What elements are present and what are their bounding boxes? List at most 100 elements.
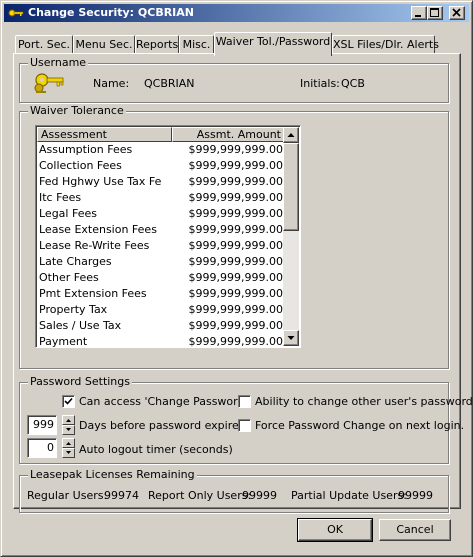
assessment-cell: Assumption Fees bbox=[39, 143, 133, 156]
scroll-down-button[interactable] bbox=[283, 330, 299, 346]
window-title: Change Security: QCBRIAN bbox=[28, 6, 194, 19]
tab-reports[interactable]: Reports bbox=[135, 35, 179, 54]
keys-icon bbox=[32, 69, 68, 97]
assessment-cell: Lease Extension Fees bbox=[39, 223, 157, 236]
ability-change-others-checkbox[interactable] bbox=[238, 395, 251, 408]
regular-users-label: Regular Users: bbox=[27, 489, 108, 502]
assessment-cell: Late Charges bbox=[39, 255, 112, 268]
regular-users-value: 99974 bbox=[104, 489, 139, 502]
assessment-cell: Payment bbox=[39, 335, 88, 348]
waiver-tolerance-list[interactable]: Assessment Assmt. Amount Assumption Fees… bbox=[35, 125, 301, 348]
amount-cell: $999,999,999.00 bbox=[188, 223, 283, 236]
table-row[interactable]: Sales / Use Tax $999,999,999.00 bbox=[37, 318, 285, 334]
report-only-users-label: Report Only Users: bbox=[148, 489, 252, 502]
scroll-thumb[interactable] bbox=[283, 143, 299, 231]
column-header-label: Assessment bbox=[41, 128, 107, 141]
list-vertical-scrollbar[interactable] bbox=[283, 127, 299, 346]
assessment-cell: Legal Fees bbox=[39, 207, 97, 220]
days-before-expire-input[interactable]: 999 bbox=[27, 415, 57, 435]
spin-up-button[interactable] bbox=[62, 415, 75, 425]
amount-cell: $999,999,999.00 bbox=[188, 319, 283, 332]
username-group: Username bbox=[19, 56, 449, 103]
assessment-cell: Pmt Extension Fees bbox=[39, 287, 147, 300]
tab-menu-sec[interactable]: Menu Sec. bbox=[73, 35, 135, 54]
name-value: QCBRIAN bbox=[144, 77, 195, 90]
ability-change-others-label[interactable]: Ability to change other user's passwords bbox=[255, 395, 473, 408]
auto-logout-input[interactable]: 0 bbox=[27, 438, 57, 458]
initials-value: QCB bbox=[341, 77, 365, 90]
tab-xsl-files-dlr-alerts[interactable]: XSL Files/Dlr. Alerts bbox=[332, 35, 439, 54]
can-access-change-password-label[interactable]: Can access 'Change Password' bbox=[79, 395, 248, 408]
amount-cell: $999,999,999.00 bbox=[188, 239, 283, 252]
assessment-cell: Collection Fees bbox=[39, 159, 122, 172]
tab-waiver-tol-password[interactable]: Waiver Tol./Password bbox=[214, 32, 332, 56]
table-row[interactable]: Lease Re-Write Fees $999,999,999.00 bbox=[37, 238, 285, 254]
table-row[interactable]: Pmt Extension Fees $999,999,999.00 bbox=[37, 286, 285, 302]
username-group-title: Username bbox=[28, 56, 89, 69]
table-row[interactable]: Lease Extension Fees $999,999,999.00 bbox=[37, 222, 285, 238]
table-row[interactable]: Other Fees $999,999,999.00 bbox=[37, 270, 285, 286]
table-row[interactable]: Collection Fees $999,999,999.00 bbox=[37, 158, 285, 174]
tab-label: XSL Files/Dlr. Alerts bbox=[333, 38, 439, 51]
amount-cell: $999,999,999.00 bbox=[188, 191, 283, 204]
change-security-window: Change Security: QCBRIAN Port. Sec. Menu… bbox=[0, 0, 473, 557]
column-header-label: Assmt. Amount bbox=[196, 128, 281, 141]
tab-strip: Port. Sec. Menu Sec. Reports Misc. Waive… bbox=[15, 32, 455, 56]
force-password-change-checkbox[interactable] bbox=[238, 419, 251, 432]
column-header-amount[interactable]: Assmt. Amount bbox=[172, 127, 285, 142]
spin-down-button[interactable] bbox=[62, 425, 75, 435]
days-before-expire-label: Days before password expires bbox=[79, 419, 245, 432]
table-row[interactable]: Late Charges $999,999,999.00 bbox=[37, 254, 285, 270]
tab-label: Misc. bbox=[182, 38, 211, 51]
password-settings-group-title: Password Settings bbox=[28, 375, 132, 388]
table-row[interactable]: Itc Fees $999,999,999.00 bbox=[37, 190, 285, 206]
name-label: Name: bbox=[93, 77, 130, 90]
tab-label: Port. Sec. bbox=[17, 38, 71, 51]
can-access-change-password-checkbox[interactable] bbox=[62, 395, 75, 408]
force-password-change-label[interactable]: Force Password Change on next login. bbox=[255, 419, 464, 432]
tab-misc[interactable]: Misc. bbox=[179, 35, 214, 54]
list-rows: Assumption Fees $999,999,999.00 Collection… bbox=[37, 142, 285, 348]
scroll-up-button[interactable] bbox=[283, 127, 299, 143]
amount-cell: $999,999,999.00 bbox=[188, 303, 283, 316]
minimize-button[interactable] bbox=[411, 6, 427, 20]
days-before-expire-spinner[interactable] bbox=[62, 415, 75, 435]
cancel-button[interactable]: Cancel bbox=[379, 519, 451, 541]
partial-update-users-value: 99999 bbox=[398, 489, 433, 502]
close-button[interactable] bbox=[449, 6, 465, 20]
list-header: Assessment Assmt. Amount bbox=[37, 127, 285, 142]
auto-logout-spinner[interactable] bbox=[62, 438, 75, 458]
ok-button-label: OK bbox=[327, 523, 343, 536]
spin-up-button[interactable] bbox=[62, 438, 75, 448]
assessment-cell: Lease Re-Write Fees bbox=[39, 239, 150, 252]
assessment-cell: Itc Fees bbox=[39, 191, 82, 204]
spin-down-button[interactable] bbox=[62, 448, 75, 458]
ok-button[interactable]: OK bbox=[297, 518, 373, 542]
cancel-button-label: Cancel bbox=[396, 523, 434, 536]
title-bar[interactable]: Change Security: QCBRIAN bbox=[4, 4, 469, 22]
amount-cell: $999,999,999.00 bbox=[188, 271, 283, 284]
tab-label: Reports bbox=[136, 38, 179, 51]
amount-cell: $999,999,999.00 bbox=[188, 207, 283, 220]
table-row[interactable]: Legal Fees $999,999,999.00 bbox=[37, 206, 285, 222]
tab-port-sec[interactable]: Port. Sec. bbox=[15, 35, 73, 54]
amount-cell: $999,999,999.00 bbox=[188, 159, 283, 172]
amount-cell: $999,999,999.00 bbox=[188, 335, 283, 348]
tab-label: Waiver Tol./Password bbox=[215, 35, 331, 48]
assessment-cell: Other Fees bbox=[39, 271, 99, 284]
tab-label: Menu Sec. bbox=[75, 38, 133, 51]
auto-logout-label: Auto logout timer (seconds) bbox=[79, 443, 233, 456]
column-header-assessment[interactable]: Assessment bbox=[37, 127, 172, 142]
table-row[interactable]: Assumption Fees $999,999,999.00 bbox=[37, 142, 285, 158]
table-row[interactable]: Payment $999,999,999.00 bbox=[37, 334, 285, 348]
checkmark-icon bbox=[64, 397, 73, 405]
table-row[interactable]: Property Tax $999,999,999.00 bbox=[37, 302, 285, 318]
assessment-cell: Property Tax bbox=[39, 303, 108, 316]
licenses-group-title: Leasepak Licenses Remaining bbox=[28, 468, 197, 481]
partial-update-users-label: Partial Update Users: bbox=[291, 489, 407, 502]
amount-cell: $999,999,999.00 bbox=[188, 287, 283, 300]
assessment-cell: Fed Hghwy Use Tax Fe bbox=[39, 175, 162, 188]
table-row[interactable]: Fed Hghwy Use Tax Fe $999,999,999.00 bbox=[37, 174, 285, 190]
amount-cell: $999,999,999.00 bbox=[188, 175, 283, 188]
maximize-button[interactable] bbox=[427, 6, 443, 20]
